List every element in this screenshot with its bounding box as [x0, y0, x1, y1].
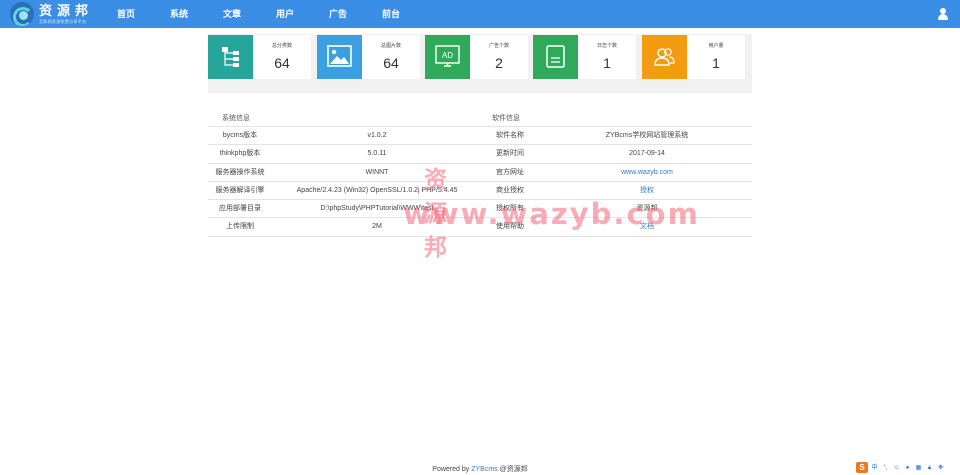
stat-value: 1	[603, 55, 611, 71]
logo-title: 资源邦	[39, 3, 94, 18]
stat-value: 2	[495, 55, 503, 71]
section-title: 系统信息	[208, 110, 482, 127]
table-row: bycms版本 v1.0.2	[208, 127, 482, 146]
image-icon	[317, 35, 362, 79]
row-value: ZYBcms学校网站管理系统	[605, 132, 689, 139]
table-row: 使用帮助 文档	[478, 218, 752, 237]
nav-item-ads[interactable]: 广告	[312, 0, 364, 28]
sogou-ime-icon[interactable]: S	[856, 462, 868, 473]
row-key: thinkphp版本	[219, 150, 261, 158]
sitemap-icon	[208, 35, 253, 79]
official-site-link[interactable]: www.wazyb.com	[542, 164, 752, 181]
table-row: 上传限制 2M	[208, 218, 482, 237]
stat-card-users: 用户量 1	[642, 35, 745, 79]
table-row: 更新时间 2017-09-14	[478, 145, 752, 164]
row-key: 应用部署目录	[219, 205, 261, 213]
logo-mark-icon	[10, 2, 34, 26]
svg-text:AD: AD	[442, 51, 453, 60]
stat-label: 日志个数	[596, 43, 617, 49]
emoji-icon[interactable]: ☺	[892, 463, 901, 472]
table-row: 服务器操作系统 WINNT	[208, 164, 482, 182]
row-value: 2017-09-14	[629, 150, 665, 158]
table-row: thinkphp版本 5.0.11	[208, 145, 482, 164]
section-title: 软件信息	[478, 110, 752, 127]
row-value: 5.0.11	[367, 150, 387, 158]
license-link[interactable]: 授权	[542, 182, 752, 199]
users-icon	[642, 35, 687, 79]
row-key: 服务器解译引擎	[215, 186, 265, 194]
stats-panel: 总分类数 64 总图片数 64 AD 广告个数 2 日志个数 1 用户量 1	[208, 34, 752, 93]
user-icon[interactable]	[938, 8, 948, 20]
stat-card-ads: AD 广告个数 2	[425, 35, 528, 79]
nav-item-frontend[interactable]: 前台	[365, 0, 417, 28]
tools-icon[interactable]: ✥	[936, 463, 945, 472]
row-key: 更新时间	[496, 150, 524, 158]
row-key: 使用帮助	[496, 223, 524, 231]
row-key: 上传限制	[226, 223, 254, 231]
microphone-icon[interactable]: ●	[903, 463, 912, 472]
stat-label: 用户量	[708, 43, 724, 49]
table-row: 软件名称 ZYBcms学校网站管理系统	[478, 127, 752, 146]
row-key: 服务器操作系统	[215, 168, 265, 176]
nav-item-home[interactable]: 首页	[100, 0, 152, 28]
nav-item-users[interactable]: 用户	[259, 0, 311, 28]
stat-card-images: 总图片数 64	[317, 35, 420, 79]
row-key: bycms版本	[222, 132, 258, 139]
stat-card-categories: 总分类数 64	[208, 35, 311, 79]
main-nav: 首页 系统 文章 用户 广告 前台	[100, 0, 418, 28]
ad-icon: AD	[425, 35, 470, 79]
footer: Powered by ZYBcms @资源邦	[0, 464, 960, 474]
footer-prefix: Powered by	[432, 466, 470, 473]
row-value: Apache/2.4.23 (Win32) OpenSSL/1.0.2j PHP…	[296, 186, 458, 194]
logo-subtitle: 互联网资源免费分享平台	[39, 19, 87, 24]
stat-value: 64	[274, 55, 290, 71]
ime-language-toggle[interactable]: 中	[870, 463, 879, 472]
table-row: 服务器解译引擎 Apache/2.4.23 (Win32) OpenSSL/1.…	[208, 182, 482, 201]
row-key: 授权所有	[496, 205, 524, 213]
docs-link[interactable]: 文档	[542, 218, 752, 235]
top-navbar: 资源邦 互联网资源免费分享平台 首页 系统 文章 用户 广告 前台	[0, 0, 960, 28]
table-row: 授权所有 资源邦	[478, 200, 752, 219]
nav-item-articles[interactable]: 文章	[206, 0, 258, 28]
row-value: 2M	[372, 223, 382, 231]
system-info-table: 系统信息 bycms版本 v1.0.2 thinkphp版本 5.0.11 服务…	[208, 110, 482, 237]
log-icon	[533, 35, 578, 79]
table-row: 应用部署目录 D:\phpStudy\PHPTutorial\WWW\test	[208, 200, 482, 219]
stat-card-logs: 日志个数 1	[533, 35, 636, 79]
stat-label: 广告个数	[488, 43, 509, 49]
nav-item-system[interactable]: 系统	[153, 0, 205, 28]
keyboard-icon[interactable]: ▦	[914, 463, 923, 472]
row-value: 资源邦	[636, 205, 658, 213]
stat-label: 总图片数	[380, 43, 401, 49]
site-logo[interactable]: 资源邦 互联网资源免费分享平台	[10, 1, 93, 27]
punctuation-icon[interactable]: °,	[881, 463, 890, 472]
row-key: 官方网址	[496, 168, 524, 176]
row-key: 商业授权	[496, 186, 524, 194]
stat-label: 总分类数	[271, 43, 292, 49]
row-value: D:\phpStudy\PHPTutorial\WWW\test	[320, 205, 434, 213]
table-row: 商业授权 授权	[478, 182, 752, 201]
footer-suffix: @资源邦	[499, 466, 528, 473]
software-info-table: 软件信息 软件名称 ZYBcms学校网站管理系统 更新时间 2017-09-14…	[478, 110, 752, 237]
row-key: 软件名称	[496, 132, 524, 139]
stat-value: 1	[712, 55, 720, 71]
skin-icon[interactable]: ▲	[925, 463, 934, 472]
stat-value: 64	[383, 55, 399, 71]
ime-toolbar: S 中 °, ☺ ● ▦ ▲ ✥	[856, 462, 947, 473]
row-value: WINNT	[365, 168, 389, 176]
table-row: 官方网址 www.wazyb.com	[478, 164, 752, 182]
footer-brand-link[interactable]: ZYBcms	[471, 466, 497, 473]
row-value: v1.0.2	[367, 132, 387, 139]
